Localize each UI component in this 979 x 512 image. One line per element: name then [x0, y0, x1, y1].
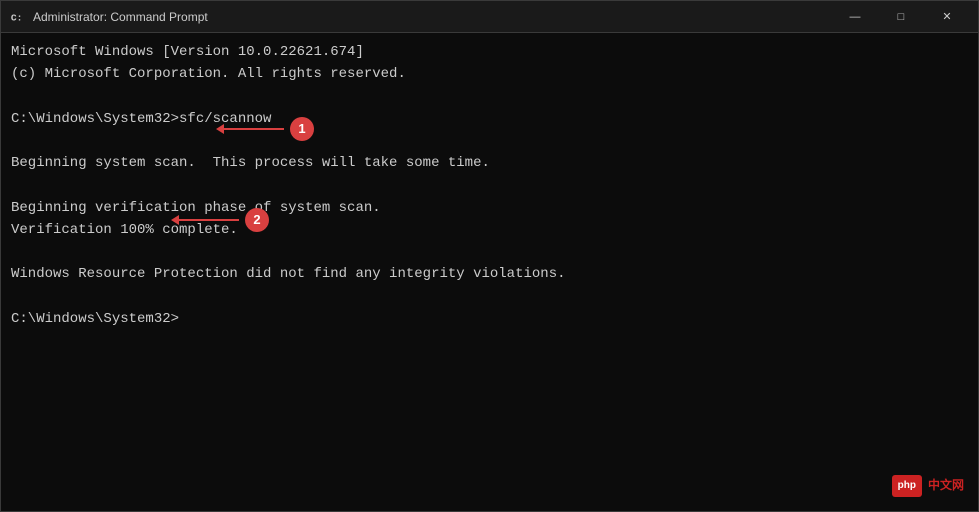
console-line-empty: [11, 175, 968, 197]
console-line: (c) Microsoft Corporation. All rights re…: [11, 63, 968, 85]
watermark-site: 中文网: [928, 476, 964, 495]
window-controls: — □ ✕: [832, 1, 970, 33]
console-line: Verification 100% complete.: [11, 219, 968, 241]
window-title: Administrator: Command Prompt: [33, 10, 832, 24]
console-line: Windows Resource Protection did not find…: [11, 263, 968, 285]
cmd-icon: C:: [9, 9, 25, 25]
svg-text:C:: C:: [11, 12, 23, 23]
close-button[interactable]: ✕: [924, 1, 970, 33]
title-bar: C: Administrator: Command Prompt — □ ✕: [1, 1, 978, 33]
annotation-number-1: 1: [290, 117, 314, 141]
console-line-empty: [11, 241, 968, 263]
console-line: Beginning system scan. This process will…: [11, 152, 968, 174]
watermark: php 中文网: [892, 475, 964, 497]
window: C: Administrator: Command Prompt — □ ✕ M…: [0, 0, 979, 512]
console-command-line: C:\Windows\System32>sfc/scannow: [11, 108, 968, 130]
watermark-logo-text: php: [898, 478, 916, 494]
console-line: Microsoft Windows [Version 10.0.22621.67…: [11, 41, 968, 63]
annotation-number-2: 2: [245, 208, 269, 232]
minimize-button[interactable]: —: [832, 1, 878, 33]
watermark-logo: php: [892, 475, 922, 497]
console-output: Microsoft Windows [Version 10.0.22621.67…: [11, 41, 968, 330]
console-line-empty: [11, 286, 968, 308]
maximize-button[interactable]: □: [878, 1, 924, 33]
console-line: Beginning verification phase of system s…: [11, 197, 968, 219]
annotation-2: 2: [171, 208, 269, 232]
console-prompt-line: C:\Windows\System32>: [11, 308, 968, 330]
annotation-1: 1: [216, 117, 314, 141]
console-line-empty: [11, 86, 968, 108]
console-line-empty: [11, 130, 968, 152]
console-area: Microsoft Windows [Version 10.0.22621.67…: [1, 33, 978, 511]
